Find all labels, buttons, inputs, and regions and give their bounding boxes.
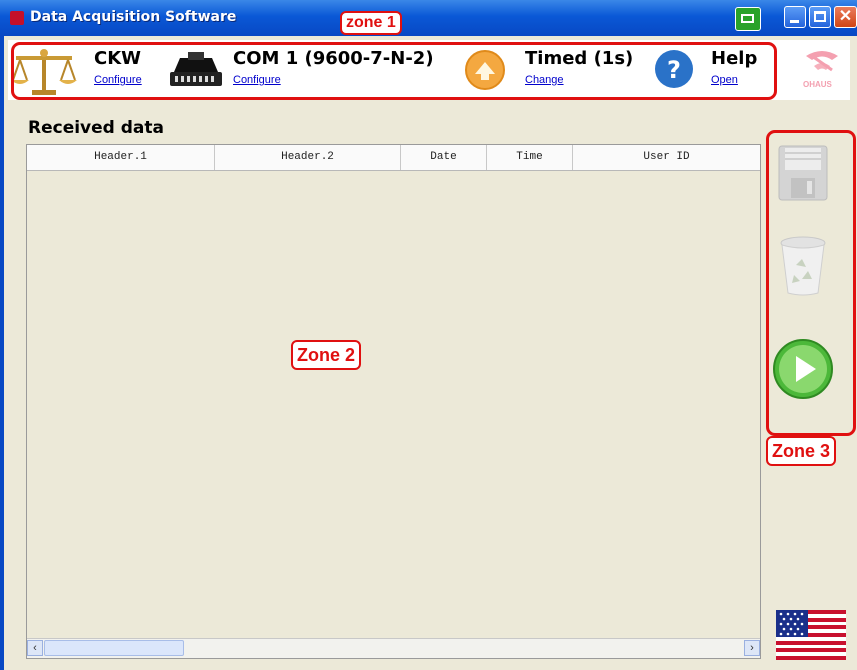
us-flag-icon[interactable]: [776, 610, 846, 660]
column-header-1[interactable]: Header.1: [27, 145, 215, 170]
minimize-button[interactable]: [784, 6, 806, 28]
zone2-label: Zone 2: [291, 340, 362, 370]
grid-header: Header.1 Header.2 Date Time User ID: [27, 145, 760, 171]
column-header-2[interactable]: Header.2: [215, 145, 401, 170]
scroll-left-button[interactable]: ‹: [27, 640, 43, 656]
column-header-time[interactable]: Time: [487, 145, 573, 170]
zone1-outline: [11, 42, 777, 100]
horizontal-scrollbar[interactable]: ‹ ›: [27, 638, 760, 658]
title-bar: Data Acquisition Software ✕: [0, 0, 857, 36]
zone3-outline: [766, 130, 856, 436]
app-icon: [10, 11, 24, 25]
scroll-right-button[interactable]: ›: [744, 640, 760, 656]
maximize-button[interactable]: [809, 6, 831, 28]
zone3-label: Zone 3: [766, 436, 837, 466]
zone1-label: zone 1: [340, 11, 402, 35]
window-title: Data Acquisition Software: [30, 9, 237, 25]
brand-name: OHAUS: [803, 80, 832, 89]
column-header-date[interactable]: Date: [401, 145, 487, 170]
close-button[interactable]: ✕: [834, 6, 857, 28]
received-data-heading: Received data: [28, 118, 164, 138]
column-header-user-id[interactable]: User ID: [573, 145, 760, 170]
data-grid[interactable]: Header.1 Header.2 Date Time User ID ‹ ›: [26, 144, 761, 659]
window-border-left: [0, 36, 4, 670]
brand-logo: OHAUS: [798, 44, 848, 96]
scrollbar-thumb[interactable]: [44, 640, 184, 656]
printer-icon[interactable]: [735, 7, 761, 31]
